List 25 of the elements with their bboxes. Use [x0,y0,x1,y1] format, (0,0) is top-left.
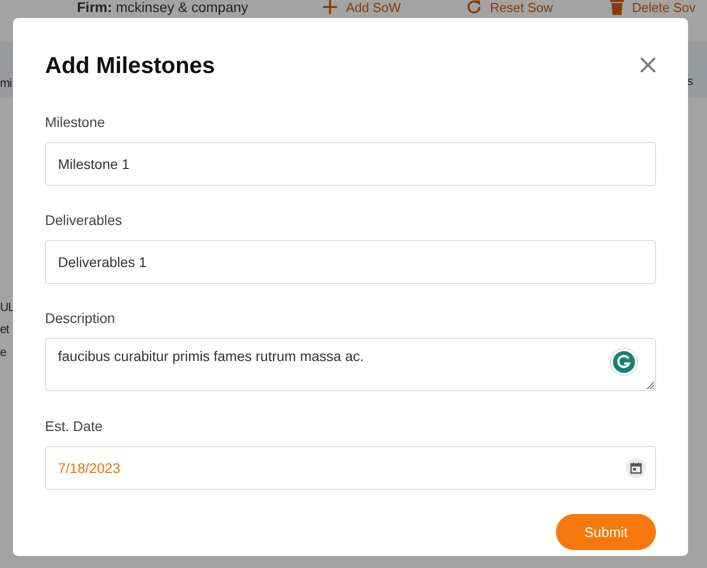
field-label: Description [45,310,116,328]
dialog-title: Add Milestones [45,52,215,78]
firm-text: Firm: mckinsey & company [77,0,250,15]
calendar-icon[interactable] [626,458,646,478]
trash-icon [610,0,624,15]
plus-icon [322,0,338,15]
background-text: e [0,345,6,359]
field-label: Milestone [45,114,106,132]
field-label: Deliverables [45,212,124,230]
reset-sow-button[interactable]: Reset Sow [466,0,610,15]
add-sow-button[interactable]: Add SoW [322,0,466,15]
description-field[interactable]: faucibus curabitur primis fames rutrum massa ac. [45,338,656,391]
background-text: et [0,322,9,336]
refresh-icon [466,0,482,15]
grammar-check-icon[interactable] [610,348,638,376]
close-icon [640,57,656,73]
delete-sow-button[interactable]: Delete Sov [610,0,696,15]
background-text: mi [0,76,12,90]
text-field[interactable]: Deliverables 1 [45,240,656,284]
field-label: Est. Date [45,418,104,436]
resize-handle-icon[interactable] [646,381,654,389]
date-field[interactable]: 7/18/2023 [45,446,656,490]
submit-button[interactable]: Submit [556,514,656,550]
background-text: UL [0,300,14,314]
text-field[interactable]: Milestone 1 [45,142,656,186]
